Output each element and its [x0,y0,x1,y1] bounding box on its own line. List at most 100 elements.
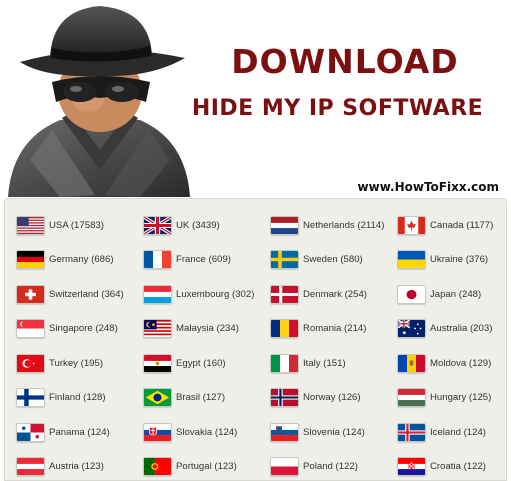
country-item-portugal[interactable]: Portugal (123) [132,450,259,481]
netherlands-flag-icon [270,215,299,235]
country-label: Poland (122) [303,461,358,473]
header-banner: DOWNLOAD HIDE MY IP SOFTWARE www.HowToFi… [0,0,511,200]
country-label: UK (3439) [176,219,220,231]
uk-flag-icon [143,215,172,235]
country-item-uk[interactable]: UK (3439) [132,208,259,243]
country-label: Malaysia (234) [176,323,239,335]
denmark-flag-icon [270,284,299,304]
malaysia-flag-icon [143,319,172,339]
country-item-turkey[interactable]: Turkey (195) [5,346,132,381]
country-item-ukraine[interactable]: Ukraine (376) [386,243,506,278]
country-item-singapore[interactable]: Singapore (248) [5,312,132,347]
country-item-luxembourg[interactable]: Luxembourg (302) [132,277,259,312]
country-label: Netherlands (2114) [303,219,385,231]
usa-flag-icon [16,215,45,235]
country-label: Moldova (129) [430,357,492,369]
website-link[interactable]: www.HowToFixx.com [358,180,499,194]
country-item-canada[interactable]: Canada (1177) [386,208,506,243]
country-label: Singapore (248) [49,323,118,335]
country-list-panel: USA (17583) UK (3439) Netherlands (2114) Ca… [4,198,507,481]
country-item-brasil[interactable]: Brasil (127) [132,381,259,416]
country-item-denmark[interactable]: Denmark (254) [259,277,386,312]
country-item-japan[interactable]: Japan (248) [386,277,506,312]
sweden-flag-icon [270,250,299,270]
country-label: USA (17583) [49,219,104,231]
singapore-flag-icon [16,319,45,339]
country-item-sweden[interactable]: Sweden (580) [259,243,386,278]
austria-flag-icon [16,457,45,477]
luxembourg-flag-icon [143,284,172,304]
country-label: Slovakia (124) [176,426,238,438]
turkey-flag-icon [16,353,45,373]
switzerland-flag-icon [16,284,45,304]
country-item-romania[interactable]: Romania (214) [259,312,386,347]
portugal-flag-icon [143,457,172,477]
country-item-austria[interactable]: Austria (123) [5,450,132,481]
slovenia-flag-icon [270,422,299,442]
country-label: Sweden (580) [303,254,363,266]
country-item-australia[interactable]: Australia (203) [386,312,506,347]
romania-flag-icon [270,319,299,339]
moldova-flag-icon [397,353,426,373]
title-download: DOWNLOAD [231,42,459,81]
country-label: Ukraine (376) [430,254,489,266]
country-label: Australia (203) [430,323,493,335]
country-label: Romania (214) [303,323,367,335]
country-label: Finland (128) [49,392,106,404]
hungary-flag-icon [397,388,426,408]
country-label: Norway (126) [303,392,361,404]
poland-flag-icon [270,457,299,477]
country-label: France (609) [176,254,231,266]
country-label: Turkey (195) [49,357,104,369]
egypt-flag-icon [143,353,172,373]
country-grid: USA (17583) UK (3439) Netherlands (2114) Ca… [5,199,506,481]
country-label: Iceland (124) [430,426,486,438]
country-item-germany[interactable]: Germany (686) [5,243,132,278]
germany-flag-icon [16,250,45,270]
country-label: Denmark (254) [303,288,367,300]
country-item-iceland[interactable]: Iceland (124) [386,415,506,450]
panama-flag-icon [16,422,45,442]
country-item-france[interactable]: France (609) [132,243,259,278]
country-label: Egypt (160) [176,357,226,369]
country-item-poland[interactable]: Poland (122) [259,450,386,481]
country-item-slovakia[interactable]: Slovakia (124) [132,415,259,450]
country-item-norway[interactable]: Norway (126) [259,381,386,416]
country-label: Slovenia (124) [303,426,365,438]
country-item-usa[interactable]: USA (17583) [5,208,132,243]
country-label: Croatia (122) [430,461,486,473]
country-item-hungary[interactable]: Hungary (125) [386,381,506,416]
slovakia-flag-icon [143,422,172,442]
iceland-flag-icon [397,422,426,442]
finland-flag-icon [16,388,45,408]
country-label: Luxembourg (302) [176,288,255,300]
france-flag-icon [143,250,172,270]
norway-flag-icon [270,388,299,408]
italy-flag-icon [270,353,299,373]
country-label: Canada (1177) [430,219,494,231]
country-label: Hungary (125) [430,392,492,404]
country-item-egypt[interactable]: Egypt (160) [132,346,259,381]
country-label: Italy (151) [303,357,346,369]
country-item-slovenia[interactable]: Slovenia (124) [259,415,386,450]
country-item-malaysia[interactable]: Malaysia (234) [132,312,259,347]
australia-flag-icon [397,319,426,339]
brasil-flag-icon [143,388,172,408]
country-item-croatia[interactable]: Croatia (122) [386,450,506,481]
country-item-moldova[interactable]: Moldova (129) [386,346,506,381]
japan-flag-icon [397,284,426,304]
country-label: Switzerland (364) [49,288,124,300]
country-label: Austria (123) [49,461,104,473]
country-item-panama[interactable]: Panama (124) [5,415,132,450]
country-label: Germany (686) [49,254,114,266]
country-item-netherlands[interactable]: Netherlands (2114) [259,208,386,243]
country-label: Panama (124) [49,426,110,438]
country-label: Portugal (123) [176,461,237,473]
country-item-switzerland[interactable]: Switzerland (364) [5,277,132,312]
country-item-finland[interactable]: Finland (128) [5,381,132,416]
canada-flag-icon [397,215,426,235]
croatia-flag-icon [397,457,426,477]
country-label: Japan (248) [430,288,482,300]
country-item-italy[interactable]: Italy (151) [259,346,386,381]
title-software: HIDE MY IP SOFTWARE [191,96,484,121]
